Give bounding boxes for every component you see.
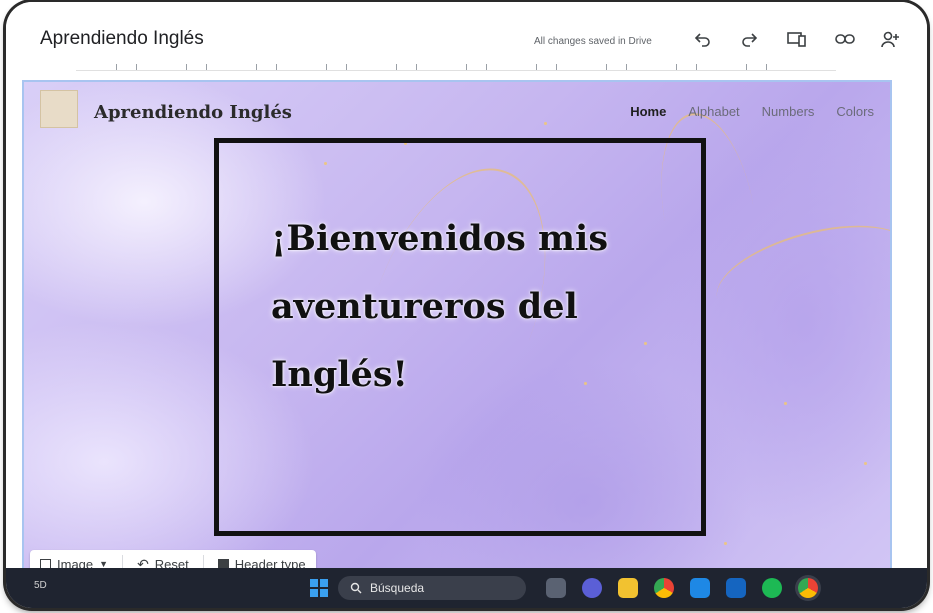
nav-item-colors[interactable]: Colors [836, 104, 874, 119]
mail-alt-icon[interactable] [726, 578, 746, 598]
taskbar-left-text: 5D [34, 580, 47, 591]
chrome-profile-icon[interactable] [798, 578, 818, 598]
gold-speck [544, 122, 547, 125]
hero-heading-line-3: Inglés! [271, 354, 408, 395]
taskbar-search[interactable]: Búsqueda [338, 576, 526, 600]
windows-taskbar: 5D Búsqueda [6, 568, 927, 608]
windows-start-icon[interactable] [310, 579, 328, 597]
save-status: All changes saved in Drive [534, 36, 652, 47]
nav-item-numbers[interactable]: Numbers [762, 104, 815, 119]
preview-device-icon[interactable] [786, 28, 808, 50]
gold-speck [864, 462, 867, 465]
taskbar-search-placeholder: Búsqueda [370, 581, 425, 595]
document-title[interactable]: Aprendiendo Inglés [40, 28, 204, 50]
chrome-icon[interactable] [654, 578, 674, 598]
site-title[interactable]: Aprendiendo Inglés [94, 102, 292, 123]
redo-icon[interactable] [738, 28, 760, 50]
nav-item-home[interactable]: Home [630, 104, 666, 119]
ruler [76, 60, 836, 71]
mail-icon[interactable] [690, 578, 710, 598]
search-icon [350, 582, 362, 594]
hero-text-box[interactable]: ¡Bienvenidos mis aventureros del Inglés! [214, 138, 706, 536]
editor-topbar: Aprendiendo Inglés All changes saved in … [6, 2, 927, 71]
hero-heading-line-1: ¡Bienvenidos mis [271, 218, 609, 259]
hero-heading: ¡Bienvenidos mis aventureros del Inglés! [271, 205, 651, 409]
file-explorer-icon[interactable] [618, 578, 638, 598]
undo-icon[interactable] [692, 28, 714, 50]
meet-icon[interactable] [582, 578, 602, 598]
gold-speck [724, 542, 727, 545]
task-view-icon[interactable] [546, 578, 566, 598]
screen-frame: Aprendiendo Inglés All changes saved in … [6, 2, 927, 608]
site-logo[interactable] [40, 90, 78, 128]
nav-item-alphabet[interactable]: Alphabet [688, 104, 739, 119]
link-icon[interactable] [834, 28, 856, 50]
spotify-icon[interactable] [762, 578, 782, 598]
site-canvas[interactable]: Aprendiendo Inglés Home Alphabet Numbers… [22, 80, 892, 580]
share-person-add-icon[interactable] [880, 28, 902, 50]
gold-speck [784, 402, 787, 405]
site-nav: Home Alphabet Numbers Colors [630, 104, 874, 119]
hero-heading-line-2: aventureros del [271, 286, 578, 327]
